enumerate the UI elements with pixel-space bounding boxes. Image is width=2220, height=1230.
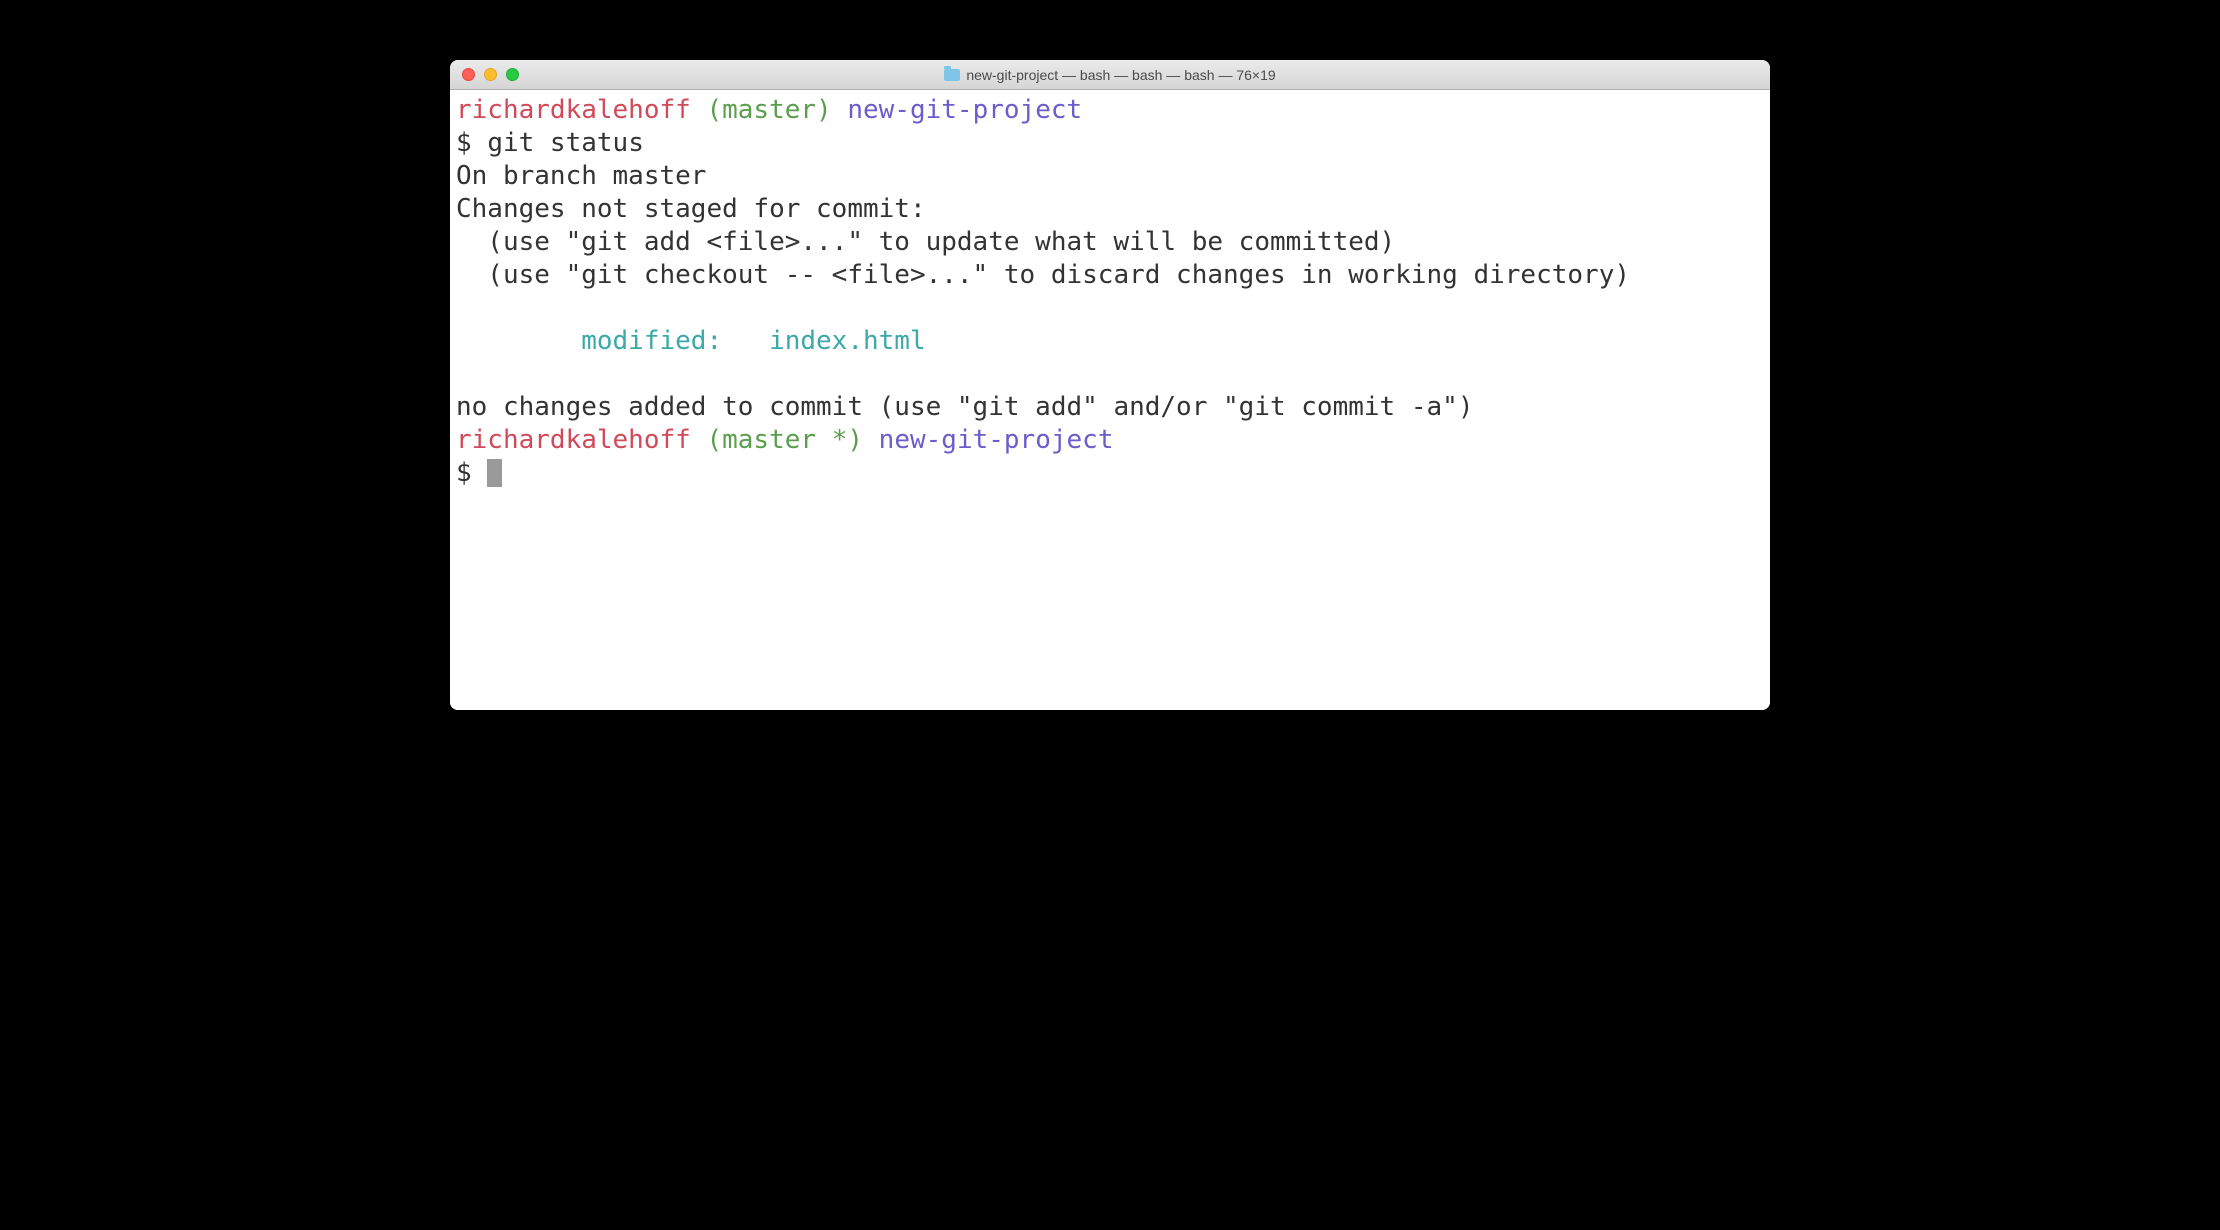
close-icon[interactable] bbox=[462, 68, 475, 81]
prompt-symbol: $ bbox=[456, 458, 487, 488]
output-line: On branch master bbox=[456, 161, 706, 191]
prompt-dir: new-git-project bbox=[879, 425, 1114, 455]
traffic-lights bbox=[450, 68, 519, 81]
folder-icon bbox=[944, 69, 960, 81]
minimize-icon[interactable] bbox=[484, 68, 497, 81]
terminal-window: new-git-project — bash — bash — bash — 7… bbox=[450, 60, 1770, 710]
zoom-icon[interactable] bbox=[506, 68, 519, 81]
window-title: new-git-project — bash — bash — bash — 7… bbox=[450, 67, 1770, 83]
prompt-dir: new-git-project bbox=[847, 95, 1082, 125]
terminal-body[interactable]: richardkalehoff (master) new-git-project… bbox=[450, 90, 1770, 710]
output-line: Changes not staged for commit: bbox=[456, 194, 926, 224]
prompt-branch: (master *) bbox=[706, 425, 863, 455]
output-modified: modified: index.html bbox=[456, 326, 926, 356]
titlebar: new-git-project — bash — bash — bash — 7… bbox=[450, 60, 1770, 90]
command-text: git status bbox=[487, 128, 644, 158]
cursor bbox=[487, 459, 502, 487]
prompt-user: richardkalehoff bbox=[456, 95, 691, 125]
prompt-symbol: $ bbox=[456, 128, 487, 158]
prompt-branch: (master) bbox=[706, 95, 831, 125]
prompt-user: richardkalehoff bbox=[456, 425, 691, 455]
output-line: (use "git add <file>..." to update what … bbox=[456, 227, 1395, 257]
output-line: (use "git checkout -- <file>..." to disc… bbox=[456, 260, 1630, 290]
output-line: no changes added to commit (use "git add… bbox=[456, 392, 1473, 422]
window-title-text: new-git-project — bash — bash — bash — 7… bbox=[966, 67, 1275, 83]
